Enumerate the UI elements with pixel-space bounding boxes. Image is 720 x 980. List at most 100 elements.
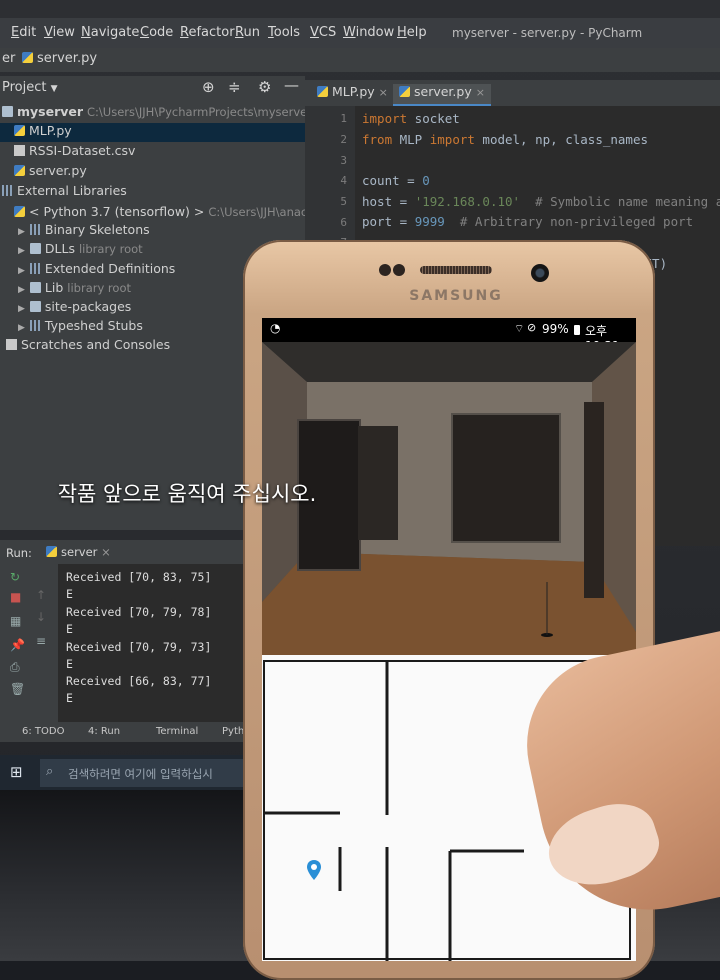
expand-arrow-icon[interactable]: ▶: [18, 304, 25, 314]
pin-icon[interactable]: 📌: [10, 638, 25, 652]
search-icon: ⌕: [46, 764, 54, 779]
python-file-icon: [14, 125, 25, 136]
battery-level: 99%: [542, 322, 569, 336]
folder-icon: [29, 243, 41, 254]
expand-arrow-icon[interactable]: ▶: [18, 246, 25, 256]
menu-window[interactable]: Window: [343, 25, 394, 40]
tree-item-typeshed-stubs[interactable]: ▶ Typeshed Stubs: [18, 318, 143, 337]
windows-start-icon[interactable]: ⊞: [10, 763, 23, 781]
folder-icon: [2, 106, 13, 117]
tree-item-myserver[interactable]: myserver C:\Users\JJH\PycharmProjects\my…: [2, 104, 312, 123]
code-line: port = 9999 # Arbitrary non-privileged p…: [362, 214, 694, 229]
layout-icon[interactable]: ▦: [10, 614, 21, 628]
menu-edit[interactable]: Edit: [11, 25, 36, 40]
menu-view[interactable]: View: [44, 25, 75, 40]
menu-help[interactable]: Help: [397, 25, 427, 40]
tree-item-external-libraries[interactable]: External Libraries: [2, 183, 127, 202]
menu-tools[interactable]: Tools: [268, 25, 300, 40]
editor-tabs: MLP.py × server.py ×: [305, 80, 720, 106]
console-line: E: [66, 657, 73, 671]
library-icon: [29, 263, 41, 274]
csv-file-icon: [14, 145, 25, 156]
close-icon[interactable]: ×: [476, 86, 485, 99]
run-toolbar: ↻ ■ ▦ 📌 ⎙ 🗑 ↑ ↓ ≡: [0, 564, 58, 740]
soft-wrap-icon[interactable]: ≡: [36, 634, 46, 648]
python-file-icon: [14, 165, 25, 176]
run-label: Run:: [6, 546, 32, 560]
console-line: Received [70, 79, 73]: [66, 640, 212, 654]
tree-item-extended-definitions[interactable]: ▶ Extended Definitions: [18, 261, 175, 280]
code-line: import socket: [362, 111, 460, 126]
python-file-icon: [399, 86, 410, 97]
scratches-icon: [6, 339, 17, 350]
breadcrumb-file[interactable]: server.py: [22, 51, 97, 66]
tree-item-mlp[interactable]: MLP.py: [0, 123, 305, 142]
console-line: Received [70, 79, 78]: [66, 605, 212, 619]
earpiece-speaker: [420, 266, 492, 274]
collapse-icon[interactable]: ≑: [228, 78, 241, 96]
expand-arrow-icon[interactable]: ▶: [18, 266, 25, 276]
gear-icon[interactable]: ⚙: [258, 78, 271, 96]
rerun-icon[interactable]: ↻: [10, 570, 20, 584]
line-number: 5: [340, 195, 347, 208]
tab-server[interactable]: server.py ×: [393, 84, 491, 106]
library-icon: [29, 224, 41, 235]
line-number: 6: [340, 216, 347, 229]
stop-icon[interactable]: ■: [10, 590, 21, 604]
python-icon: [14, 206, 25, 217]
line-number: 1: [340, 112, 347, 125]
line-number: 4: [340, 174, 347, 187]
trash-icon[interactable]: 🗑: [10, 682, 25, 696]
expand-arrow-icon[interactable]: ▶: [18, 323, 25, 333]
menu-refactor[interactable]: Refactor: [180, 25, 235, 40]
close-icon[interactable]: ×: [101, 545, 111, 559]
expand-arrow-icon[interactable]: ▶: [18, 227, 25, 237]
print-icon[interactable]: ⎙: [10, 660, 20, 675]
tree-item-site-packages[interactable]: ▶ site-packages: [18, 299, 131, 318]
front-camera: [531, 264, 549, 282]
close-icon[interactable]: ×: [379, 86, 388, 99]
phone-brand: SAMSUNG: [409, 288, 503, 304]
tree-item-dataset[interactable]: RSSI-Dataset.csv: [14, 143, 135, 162]
console-line: E: [66, 622, 73, 636]
menu-run[interactable]: Run: [235, 25, 260, 40]
expand-arrow-icon[interactable]: ▶: [18, 285, 25, 295]
menu-vcs[interactable]: VCS: [310, 25, 336, 40]
library-icon: [2, 185, 13, 196]
console-line: Received [66, 83, 77]: [66, 674, 212, 688]
menu-code[interactable]: Code: [140, 25, 173, 40]
line-number: 2: [340, 133, 347, 146]
locate-icon[interactable]: ⊕: [202, 78, 215, 96]
menu-bar: Edit View Navigate Code Refactor Run Too…: [0, 18, 720, 48]
breadcrumb-project[interactable]: er: [2, 51, 15, 66]
console-line: E: [66, 691, 73, 705]
tool-tab-run[interactable]: 4: Run: [88, 726, 120, 737]
tree-item-scratches[interactable]: Scratches and Consoles: [6, 337, 170, 356]
wifi-icon: ⌔: [514, 322, 525, 335]
scroll-down-icon[interactable]: ↓: [36, 610, 46, 624]
tree-item-python-sdk[interactable]: < Python 3.7 (tensorflow) > C:\Users\JJH…: [14, 204, 329, 223]
mute-icon: ⊘: [527, 321, 537, 334]
scroll-up-icon[interactable]: ↑: [36, 588, 46, 602]
project-panel-header: Project ▼ ⊕ ≑ ⚙ —: [0, 76, 305, 100]
code-line: from MLP import model, np, class_names: [362, 132, 648, 147]
tab-mlp[interactable]: MLP.py ×: [311, 84, 394, 104]
battery-icon: [574, 325, 580, 335]
tree-item-server[interactable]: server.py: [14, 163, 87, 182]
tree-item-lib[interactable]: ▶ Lib library root: [18, 280, 131, 299]
hide-icon[interactable]: —: [284, 76, 299, 94]
tool-tab-terminal[interactable]: Terminal: [156, 726, 198, 737]
app-notification-icon: ◔: [270, 321, 281, 335]
project-panel-title[interactable]: Project ▼: [2, 80, 58, 95]
guidance-caption: 작품 앞으로 움직여 주십시오.: [57, 482, 317, 506]
menu-navigate[interactable]: Navigate: [81, 25, 139, 40]
run-tab-server[interactable]: server ×: [46, 545, 111, 559]
python-file-icon: [46, 546, 57, 557]
folder-icon: [29, 282, 41, 293]
tree-item-dlls[interactable]: ▶ DLLs library root: [18, 241, 143, 260]
code-line: host = '192.168.0.10' # Symbolic name me…: [362, 194, 720, 209]
location-pin-icon: [307, 860, 321, 880]
tree-item-binary-skeletons[interactable]: ▶ Binary Skeletons: [18, 222, 150, 241]
navigation-bar: er server.py: [0, 48, 720, 72]
tool-tab-todo[interactable]: 6: TODO: [22, 726, 64, 737]
